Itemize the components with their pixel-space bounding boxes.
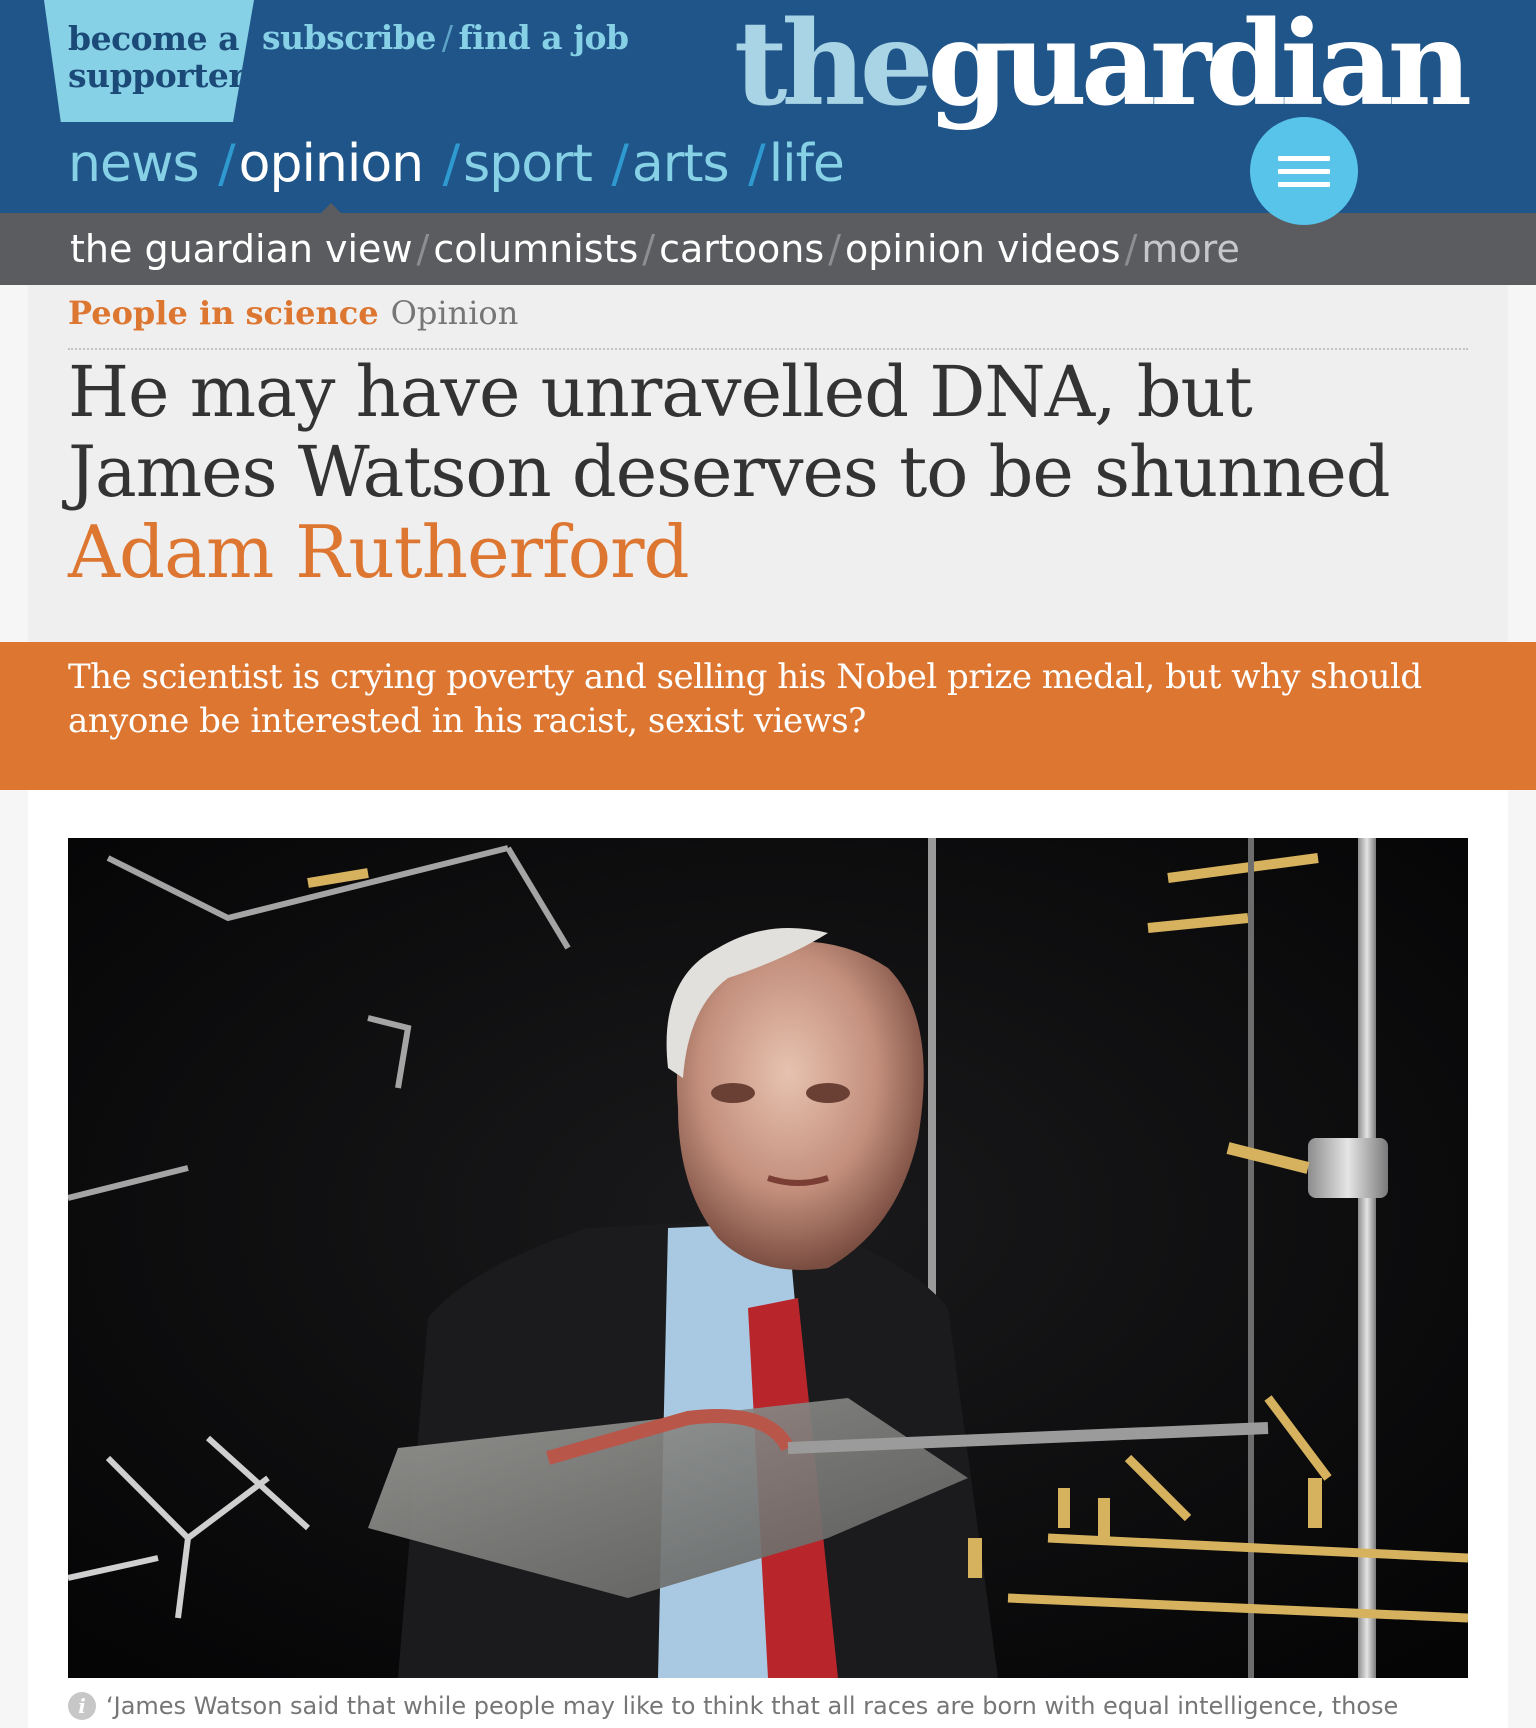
find-job-link[interactable]: find a job xyxy=(458,18,629,57)
pillar-arts[interactable]: arts xyxy=(632,134,730,194)
subnav-opinion-videos[interactable]: opinion videos xyxy=(845,227,1121,271)
photo-illustration xyxy=(68,838,1468,1678)
article-standfirst: The scientist is crying poverty and sell… xyxy=(0,642,1536,790)
subnav-more[interactable]: more xyxy=(1141,227,1239,271)
image-caption: i ‘James Watson said that while people m… xyxy=(68,1692,1398,1720)
pillar-sport[interactable]: sport xyxy=(463,134,593,194)
subnav-cartoons[interactable]: cartoons xyxy=(659,227,824,271)
become-supporter-button[interactable]: become a supporter xyxy=(44,0,254,122)
pillar-news[interactable]: news xyxy=(68,134,200,194)
pillar-opinion[interactable]: opinion xyxy=(239,134,424,194)
subnav-columnists[interactable]: columnists xyxy=(433,227,638,271)
pillar-life[interactable]: life xyxy=(769,134,845,194)
menu-button[interactable] xyxy=(1250,117,1358,225)
pillar-nav: news /opinion /sport /arts /life xyxy=(68,134,845,194)
logo-the: the xyxy=(733,0,934,132)
article-main-image[interactable] xyxy=(68,838,1468,1678)
caption-text: ‘James Watson said that while people may… xyxy=(106,1692,1399,1720)
subscribe-link[interactable]: subscribe xyxy=(262,18,436,57)
subnav-guardian-view[interactable]: the guardian view xyxy=(70,227,413,271)
pillar-separator: / xyxy=(748,134,766,194)
article-headline: He may have unravelled DNA, but James Wa… xyxy=(68,351,1391,513)
pillar-separator: / xyxy=(442,134,461,194)
logo-guardian: guardian xyxy=(927,0,1472,132)
pillar-separator: / xyxy=(611,134,629,194)
hamburger-icon xyxy=(1278,152,1330,191)
top-links: subscribe / find a job xyxy=(262,18,629,57)
supporter-line-1: become a xyxy=(68,19,239,58)
meta-divider xyxy=(68,348,1468,350)
supporter-line-2: supporter xyxy=(68,56,246,95)
subnav-separator: / xyxy=(1124,227,1138,271)
subnav-separator: / xyxy=(828,227,841,271)
pillar-separator: / xyxy=(218,134,236,194)
guardian-logo[interactable]: theguardian xyxy=(733,0,1472,134)
article-byline[interactable]: Adam Rutherford xyxy=(68,510,690,594)
subnav-separator: / xyxy=(642,227,656,271)
series-link[interactable]: People in science xyxy=(68,294,379,332)
info-icon[interactable]: i xyxy=(68,1692,96,1720)
top-link-separator: / xyxy=(441,18,453,57)
subnav-separator: / xyxy=(416,227,430,271)
article-meta: People in science Opinion xyxy=(68,294,518,332)
tone-label: Opinion xyxy=(390,294,519,332)
